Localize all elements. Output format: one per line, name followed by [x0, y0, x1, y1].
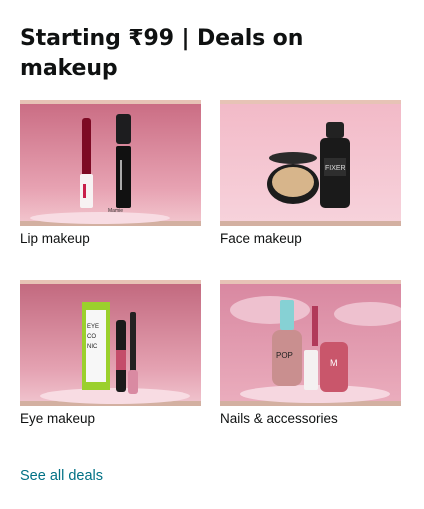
- svg-text:NIC: NIC: [87, 344, 98, 350]
- svg-text:Mamie: Mamie: [108, 208, 123, 214]
- card-title: Starting ₹99 | Deals on makeup: [20, 26, 304, 81]
- category-tile-eye-makeup[interactable]: EYE CO NIC Eye makeup: [20, 280, 201, 427]
- svg-text:FIXER: FIXER: [325, 165, 346, 172]
- tile-label: Face makeup: [220, 231, 302, 246]
- category-grid: Mamie Lip makeup FIXER Face makeup EYE C…: [20, 100, 402, 430]
- svg-text:POP: POP: [276, 351, 293, 360]
- tile-label: Eye makeup: [20, 411, 96, 426]
- tile-label: Lip makeup: [20, 231, 90, 246]
- svg-text:M: M: [330, 358, 338, 368]
- see-all-deals-link[interactable]: See all deals: [20, 467, 103, 485]
- tile-label: Nails & accessories: [220, 411, 338, 426]
- svg-text:CO: CO: [87, 334, 96, 340]
- category-tile-face-makeup[interactable]: FIXER Face makeup: [220, 100, 401, 247]
- category-tile-nails-accessories[interactable]: POP M Nails & accessories: [220, 280, 401, 427]
- eye-makeup-image: EYE CO NIC: [20, 280, 201, 406]
- face-makeup-image: FIXER: [220, 100, 401, 226]
- nails-accessories-image: POP M: [220, 280, 401, 406]
- category-tile-lip-makeup[interactable]: Mamie Lip makeup: [20, 100, 201, 247]
- svg-text:EYE: EYE: [87, 324, 99, 330]
- lip-makeup-image: Mamie: [20, 100, 201, 226]
- deals-card: Starting ₹99 | Deals on makeup Mamie Lip…: [0, 0, 424, 509]
